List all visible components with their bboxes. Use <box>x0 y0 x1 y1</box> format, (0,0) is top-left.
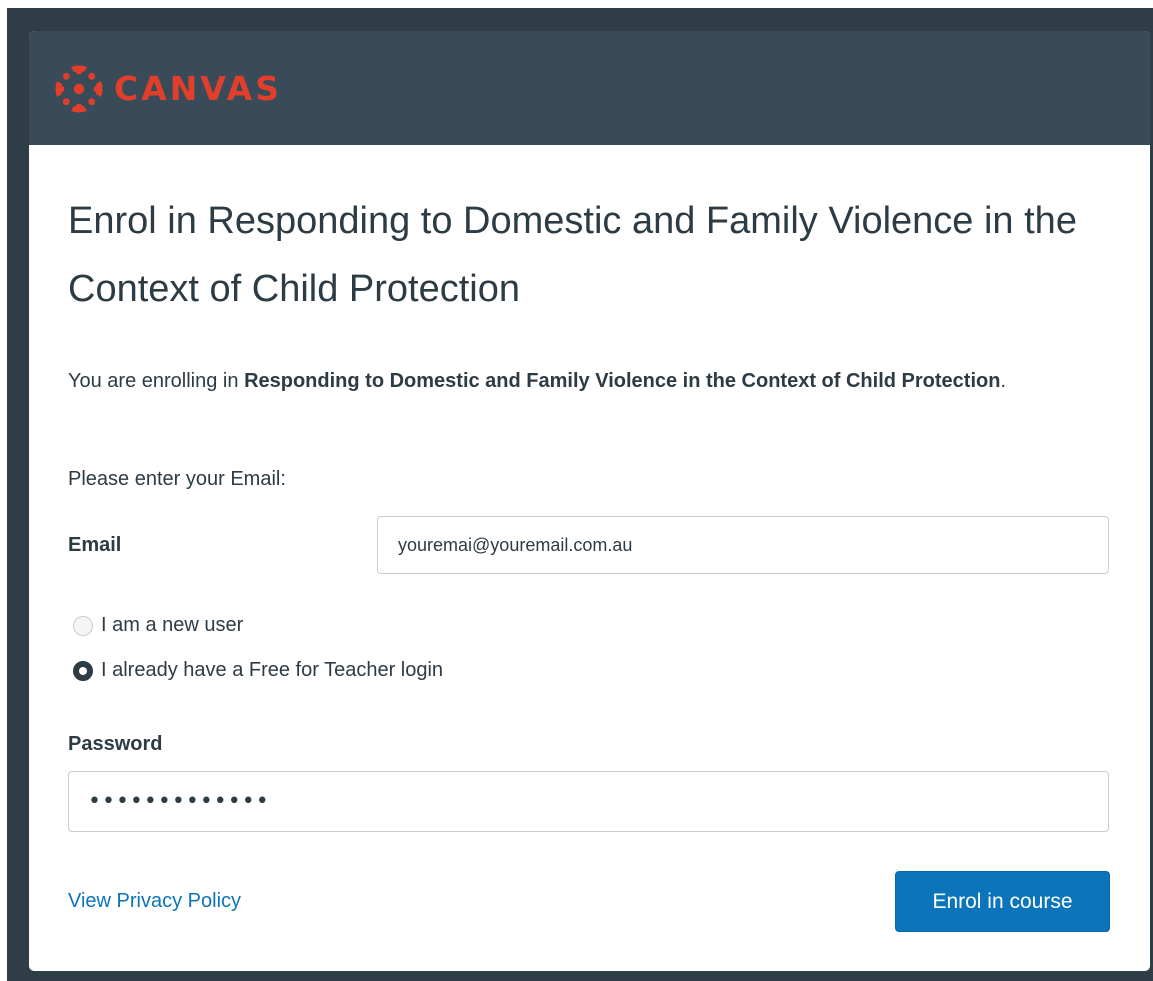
privacy-policy-link[interactable]: View Privacy Policy <box>68 885 241 917</box>
enrollment-intro: You are enrolling in Responding to Domes… <box>68 363 1108 399</box>
email-label: Email <box>68 534 122 556</box>
enrol-in-course-button[interactable]: Enrol in course <box>895 871 1110 932</box>
email-field[interactable] <box>377 516 1109 574</box>
header-bar: CANVAS <box>29 31 1150 145</box>
intro-suffix: . <box>1000 370 1006 392</box>
brand-name: CANVAS <box>114 69 282 108</box>
course-name: Responding to Domestic and Family Violen… <box>244 370 1001 392</box>
radio-label-existing-login: I already have a Free for Teacher login <box>101 659 444 681</box>
radio-selected-icon[interactable] <box>73 660 93 681</box>
radio-label-new-user: I am a new user <box>101 614 244 636</box>
intro-prefix: You are enrolling in <box>68 370 245 392</box>
radio-unselected-icon[interactable] <box>73 615 93 636</box>
radio-option-existing-login[interactable]: I already have a Free for Teacher login <box>73 659 443 682</box>
password-label: Password <box>68 733 163 755</box>
page-title: Enrol in Responding to Domestic and Fami… <box>68 200 1077 310</box>
email-prompt: Please enter your Email: <box>68 468 286 490</box>
enrollment-card: CANVAS Enrol in Responding to Domestic a… <box>29 31 1150 971</box>
password-field[interactable] <box>68 771 1109 832</box>
canvas-logo-icon <box>53 63 105 115</box>
radio-option-new-user[interactable]: I am a new user <box>73 614 243 637</box>
canvas-logo[interactable]: CANVAS <box>53 63 282 115</box>
